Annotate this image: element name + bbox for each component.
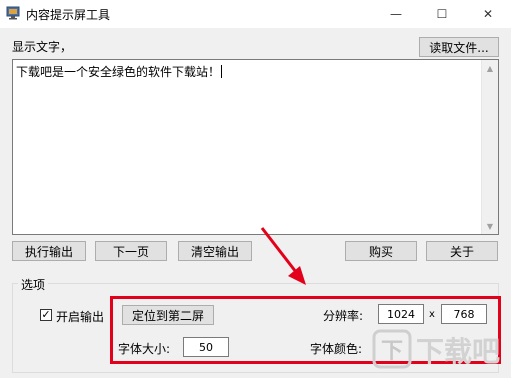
- read-file-button[interactable]: 读取文件...: [419, 37, 499, 57]
- options-group: [12, 283, 499, 373]
- resolution-width-input[interactable]: 1024: [378, 304, 424, 324]
- execute-output-button[interactable]: 执行输出: [12, 241, 86, 261]
- scroll-up-icon[interactable]: ▲: [482, 61, 498, 75]
- clear-output-button[interactable]: 清空输出: [178, 241, 252, 261]
- options-group-title: 选项: [18, 276, 49, 293]
- minimize-icon: —: [390, 7, 402, 21]
- enable-output-checkbox[interactable]: ✓: [40, 309, 52, 321]
- font-size-label: 字体大小:: [118, 342, 171, 356]
- display-text-content: 下载吧是一个安全绿色的软件下载站！: [16, 65, 221, 79]
- resolution-label: 分辨率:: [323, 309, 364, 323]
- enable-output-label: 开启输出: [56, 310, 105, 324]
- vertical-scrollbar[interactable]: ▲ ▼: [481, 60, 498, 234]
- check-icon: ✓: [41, 308, 51, 321]
- app-icon: [6, 6, 20, 20]
- resolution-separator: x: [429, 309, 435, 320]
- next-page-button[interactable]: 下一页: [95, 241, 167, 261]
- maximize-button[interactable]: ☐: [419, 0, 465, 28]
- close-icon: ✕: [482, 7, 494, 21]
- minimize-button[interactable]: —: [373, 0, 419, 28]
- font-size-input[interactable]: 50: [183, 337, 229, 357]
- locate-second-screen-button[interactable]: 定位到第二屏: [122, 305, 214, 325]
- title-bar: 内容提示屏工具 — ☐ ✕: [0, 0, 511, 28]
- window-title: 内容提示屏工具: [26, 8, 111, 22]
- close-button[interactable]: ✕: [465, 0, 511, 28]
- text-caret: [221, 65, 223, 78]
- buy-button[interactable]: 购买: [345, 241, 417, 261]
- resolution-height-input[interactable]: 768: [441, 304, 487, 324]
- display-text-area[interactable]: 下载吧是一个安全绿色的软件下载站！ ▲ ▼: [12, 59, 499, 235]
- font-color-label: 字体颜色:: [310, 342, 363, 356]
- scroll-down-icon[interactable]: ▼: [482, 219, 498, 233]
- about-button[interactable]: 关于: [426, 241, 498, 261]
- maximize-icon: ☐: [436, 7, 448, 21]
- display-text-label: 显示文字，: [12, 40, 73, 54]
